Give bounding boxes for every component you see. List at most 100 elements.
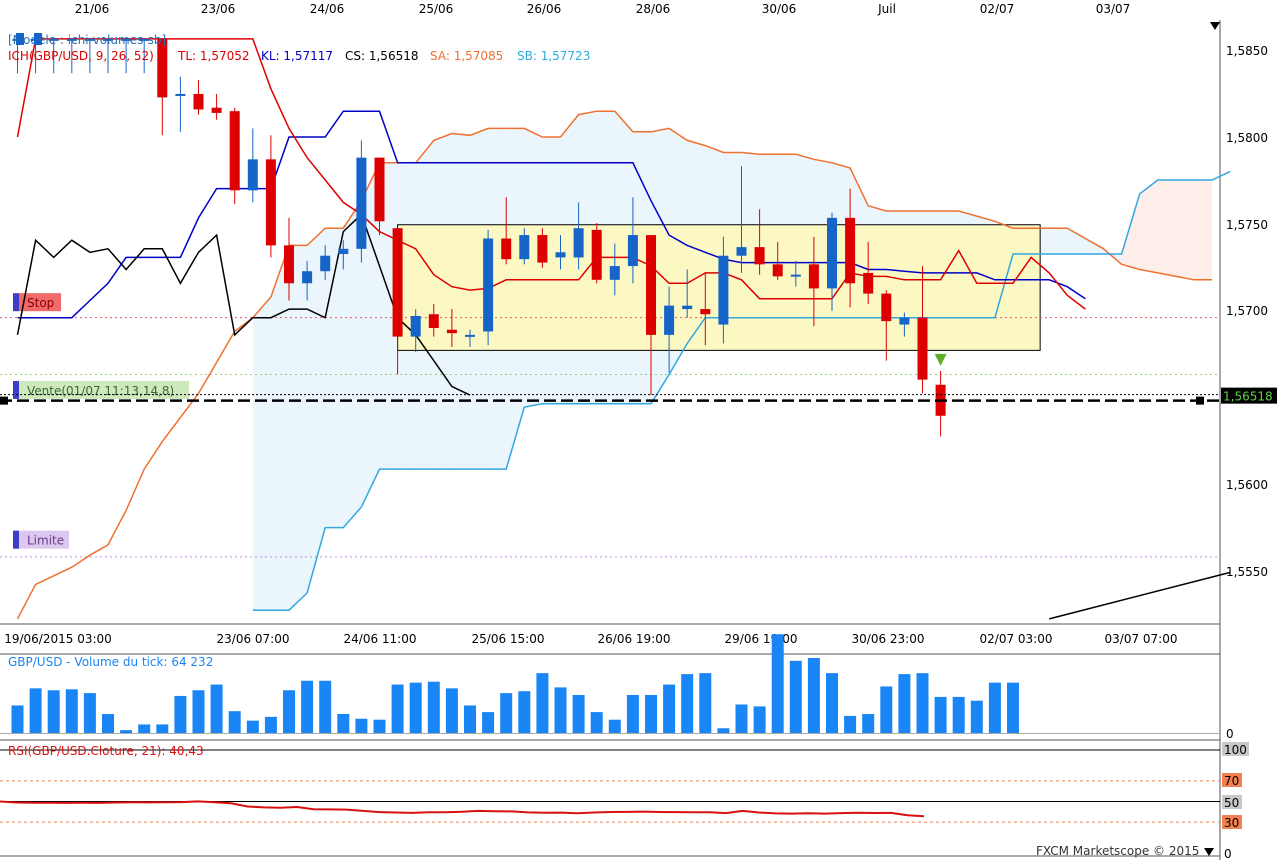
volume-bar bbox=[174, 695, 187, 733]
limit-marker bbox=[13, 530, 19, 549]
volume-bar bbox=[771, 634, 784, 733]
volume-bar bbox=[590, 712, 603, 733]
bottom-date-label: 30/06 23:00 bbox=[852, 632, 925, 646]
candle-body bbox=[265, 159, 276, 246]
candle-body bbox=[338, 248, 349, 254]
candle-body bbox=[157, 38, 168, 98]
candle-body bbox=[501, 238, 512, 260]
current-price-label: 1,56518 bbox=[1223, 390, 1273, 404]
volume-bar bbox=[445, 688, 458, 733]
volume-bar bbox=[120, 730, 133, 733]
senkou-b-value: SB: 1,57723 bbox=[517, 49, 590, 63]
bottom-date-label: 24/06 11:00 bbox=[344, 632, 417, 646]
cloud-segment bbox=[1175, 180, 1194, 280]
candle-body bbox=[374, 157, 385, 222]
cloud-segment bbox=[1049, 228, 1068, 254]
price-tick-label: 1,5550 bbox=[1226, 565, 1268, 579]
volume-bar bbox=[156, 724, 169, 733]
current-price-left-handle bbox=[0, 396, 8, 405]
price-tick-label: 1,5700 bbox=[1226, 304, 1268, 318]
candle-body bbox=[790, 274, 801, 277]
candle-body bbox=[754, 247, 765, 265]
candle-body bbox=[591, 229, 602, 280]
candle-body bbox=[211, 107, 222, 113]
candle-body bbox=[917, 317, 928, 380]
volume-bar bbox=[663, 684, 676, 733]
top-date-label: 25/06 bbox=[419, 2, 454, 16]
bottom-date-label: 23/06 07:00 bbox=[217, 632, 290, 646]
candle-body bbox=[320, 255, 331, 272]
candle-body bbox=[446, 329, 457, 334]
footer-copyright: FXCM Marketscope © 2015 bbox=[1036, 844, 1199, 858]
volume-bar bbox=[337, 714, 350, 733]
price-tick-label: 1,5600 bbox=[1226, 478, 1268, 492]
volume-bar bbox=[102, 714, 114, 733]
candle-body bbox=[519, 235, 530, 260]
candle-body bbox=[247, 159, 258, 191]
volume-bar bbox=[1007, 682, 1019, 733]
volume-bar bbox=[554, 687, 567, 733]
top-date-label: 30/06 bbox=[762, 2, 797, 16]
volume-bar bbox=[464, 705, 476, 733]
cloud-segment bbox=[289, 245, 308, 611]
rsi-level-label: 0 bbox=[1224, 847, 1232, 860]
candle-body bbox=[646, 235, 656, 335]
legend-candle-icon bbox=[34, 33, 42, 45]
chart-canvas[interactable]: 21/06 23/06 24/06 25/06 26/06 28/06 30/0… bbox=[0, 0, 1279, 860]
volume-bar bbox=[826, 673, 838, 733]
volume-bar bbox=[789, 660, 802, 733]
rsi-title: RSI(GBP/USD.Cloture, 21): 40,43 bbox=[8, 744, 204, 758]
candle-body bbox=[555, 252, 566, 258]
volume-bar bbox=[916, 673, 929, 733]
top-date-label: 02/07 bbox=[980, 2, 1015, 16]
volume-bar bbox=[11, 705, 24, 733]
top-date-label: 26/06 bbox=[527, 2, 562, 16]
chart-root: 21/06 23/06 24/06 25/06 26/06 28/06 30/0… bbox=[0, 0, 1279, 860]
candle-body bbox=[736, 247, 747, 256]
cloud-segment bbox=[270, 245, 289, 611]
bottom-date-label: 25/06 15:00 bbox=[472, 632, 545, 646]
candle-body bbox=[772, 264, 783, 277]
volume-bar bbox=[482, 712, 495, 733]
current-price-right-handle bbox=[1196, 396, 1204, 405]
price-tick-label: 1,5800 bbox=[1226, 131, 1268, 145]
tenkan-value: TL: 1,57052 bbox=[177, 49, 250, 63]
price-tick-label: 1,5750 bbox=[1226, 218, 1268, 232]
volume-bar bbox=[681, 674, 694, 733]
rsi-level-label: 50 bbox=[1224, 796, 1239, 810]
cloud-segment bbox=[252, 297, 271, 611]
top-date-label: 24/06 bbox=[310, 2, 345, 16]
bottom-date-label: 26/06 19:00 bbox=[598, 632, 671, 646]
candle-body bbox=[465, 334, 475, 337]
volume-bar bbox=[65, 689, 78, 733]
chikou-value: CS: 1,56518 bbox=[345, 49, 418, 63]
volume-bar bbox=[228, 711, 241, 733]
volume-bar bbox=[192, 690, 205, 733]
cloud-segment bbox=[1139, 180, 1158, 273]
volume-bar bbox=[626, 695, 639, 733]
volume-bar bbox=[427, 681, 440, 733]
volume-zero-label: 0 bbox=[1226, 727, 1234, 741]
top-date-label: Juil bbox=[877, 2, 896, 16]
volume-bar bbox=[572, 695, 585, 733]
volume-bar bbox=[246, 720, 259, 733]
candle-body bbox=[175, 93, 186, 96]
volume-bar bbox=[880, 686, 893, 733]
candle-body bbox=[845, 217, 856, 284]
bottom-date-label: 03/07 07:00 bbox=[1105, 632, 1178, 646]
volume-bar bbox=[283, 690, 295, 733]
limit-label: Limite bbox=[27, 534, 64, 548]
candle-body bbox=[284, 245, 294, 284]
model-label: [Modèle : ichi-volumes-sb] bbox=[8, 33, 166, 47]
top-date-label: 28/06 bbox=[636, 2, 671, 16]
volume-bar bbox=[699, 673, 712, 733]
candle-body bbox=[627, 235, 638, 267]
sell-marker bbox=[13, 380, 19, 399]
rsi-level-label: 70 bbox=[1224, 774, 1239, 788]
volume-bar bbox=[500, 693, 513, 733]
candle-body bbox=[356, 157, 367, 249]
rsi-level-label: 100 bbox=[1224, 743, 1247, 757]
volume-bar bbox=[717, 728, 730, 733]
candle-body bbox=[302, 271, 313, 284]
ichimoku-header: ICH(GBP/USD, 9, 26, 52) bbox=[8, 49, 154, 63]
